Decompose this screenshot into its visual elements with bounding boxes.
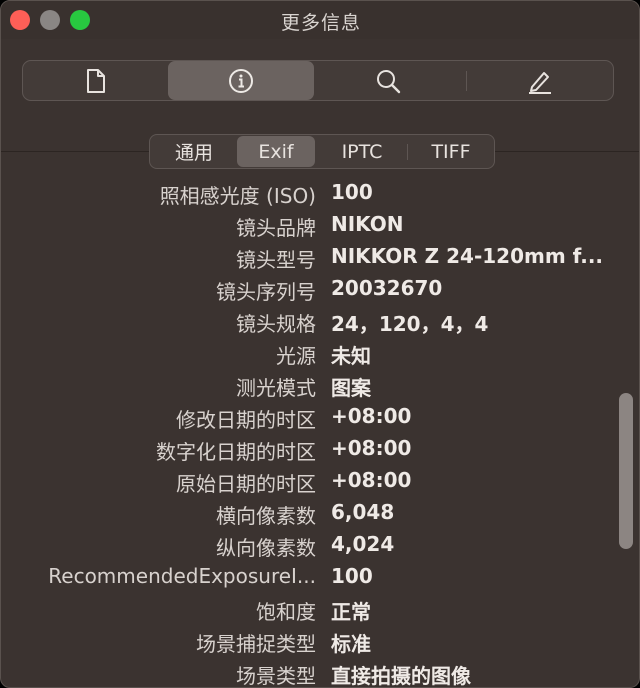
row-value: 100 bbox=[331, 564, 373, 588]
tab-iptc[interactable]: IPTC bbox=[320, 136, 404, 167]
info-row: 光源 未知 bbox=[1, 338, 613, 370]
info-row: 原始日期的时区 +08:00 bbox=[1, 466, 613, 498]
info-row: 测光模式 图案 bbox=[1, 370, 613, 402]
tab-exif[interactable]: Exif bbox=[237, 136, 315, 167]
row-label: 光源 bbox=[276, 344, 316, 368]
row-value: 24，120，4，4 bbox=[331, 312, 489, 336]
info-row: 场景类型 直接拍摄的图像 bbox=[1, 658, 613, 688]
row-label: 场景类型 bbox=[236, 664, 316, 688]
row-value: +08:00 bbox=[331, 468, 412, 492]
row-label: 数字化日期的时区 bbox=[156, 440, 316, 464]
info-tab-button[interactable] bbox=[168, 61, 314, 100]
vertical-scrollbar[interactable] bbox=[619, 393, 633, 549]
row-value: 正常 bbox=[331, 600, 371, 624]
info-row: 场景捕捉类型 标准 bbox=[1, 626, 613, 658]
info-row: 镜头序列号 20032670 bbox=[1, 274, 613, 306]
search-icon bbox=[377, 69, 401, 93]
info-row: 镜头型号 NIKKOR Z 24-120mm f... bbox=[1, 242, 613, 274]
row-label: 饱和度 bbox=[256, 600, 316, 624]
title-bar[interactable]: 更多信息 bbox=[1, 1, 639, 39]
row-label: RecommendedExposureI... bbox=[48, 564, 316, 588]
row-value: +08:00 bbox=[331, 436, 412, 460]
inspector-toolbar bbox=[22, 60, 614, 101]
row-value: NIKON bbox=[331, 212, 404, 236]
tab-tiff[interactable]: TIFF bbox=[410, 136, 492, 167]
tab-separator bbox=[407, 144, 408, 160]
info-row: 镜头品牌 NIKON bbox=[1, 210, 613, 242]
info-row: 照相感光度 (ISO) 100 bbox=[1, 178, 613, 210]
pencil-icon bbox=[529, 71, 551, 94]
row-value: 20032670 bbox=[331, 276, 443, 300]
row-label: 镜头序列号 bbox=[216, 280, 316, 304]
row-label: 横向像素数 bbox=[216, 504, 316, 528]
row-label: 原始日期的时区 bbox=[176, 472, 316, 496]
info-row: 纵向像素数 4,024 bbox=[1, 530, 613, 562]
tab-general[interactable]: 通用 bbox=[154, 136, 234, 167]
row-value: 未知 bbox=[331, 344, 371, 368]
row-value: 100 bbox=[331, 180, 373, 204]
info-row: 饱和度 正常 bbox=[1, 594, 613, 626]
window-title: 更多信息 bbox=[280, 12, 361, 34]
row-value: 6,048 bbox=[331, 500, 395, 524]
row-value: +08:00 bbox=[331, 404, 412, 428]
row-label: 镜头规格 bbox=[236, 312, 316, 336]
info-row: 镜头规格 24，120，4，4 bbox=[1, 306, 613, 338]
search-tab-button[interactable] bbox=[315, 61, 461, 100]
info-row: RecommendedExposureI... 100 bbox=[1, 562, 613, 594]
row-label: 测光模式 bbox=[236, 376, 316, 400]
document-tab-button[interactable] bbox=[23, 61, 169, 100]
info-icon bbox=[229, 68, 253, 93]
row-value: 图案 bbox=[331, 376, 371, 400]
row-label: 纵向像素数 bbox=[216, 536, 316, 560]
row-value: 标准 bbox=[331, 632, 371, 656]
row-label: 修改日期的时区 bbox=[176, 408, 316, 432]
row-value: 直接拍摄的图像 bbox=[331, 664, 471, 688]
info-row: 横向像素数 6,048 bbox=[1, 498, 613, 530]
document-icon bbox=[87, 68, 105, 93]
info-window: 更多信息 通用 Exif IPTC TIFF 照相感光度 (ISO) 100 镜… bbox=[0, 0, 640, 688]
row-value: 4,024 bbox=[331, 532, 395, 556]
row-label: 镜头品牌 bbox=[236, 216, 316, 240]
metadata-tabs: 通用 Exif IPTC TIFF bbox=[149, 134, 495, 169]
info-row: 数字化日期的时区 +08:00 bbox=[1, 434, 613, 466]
row-label: 照相感光度 (ISO) bbox=[159, 184, 316, 208]
row-label: 镜头型号 bbox=[236, 248, 316, 272]
edit-tab-button[interactable] bbox=[467, 61, 613, 100]
row-value: NIKKOR Z 24-120mm f... bbox=[331, 244, 604, 268]
info-row: 修改日期的时区 +08:00 bbox=[1, 402, 613, 434]
row-label: 场景捕捉类型 bbox=[196, 632, 316, 656]
